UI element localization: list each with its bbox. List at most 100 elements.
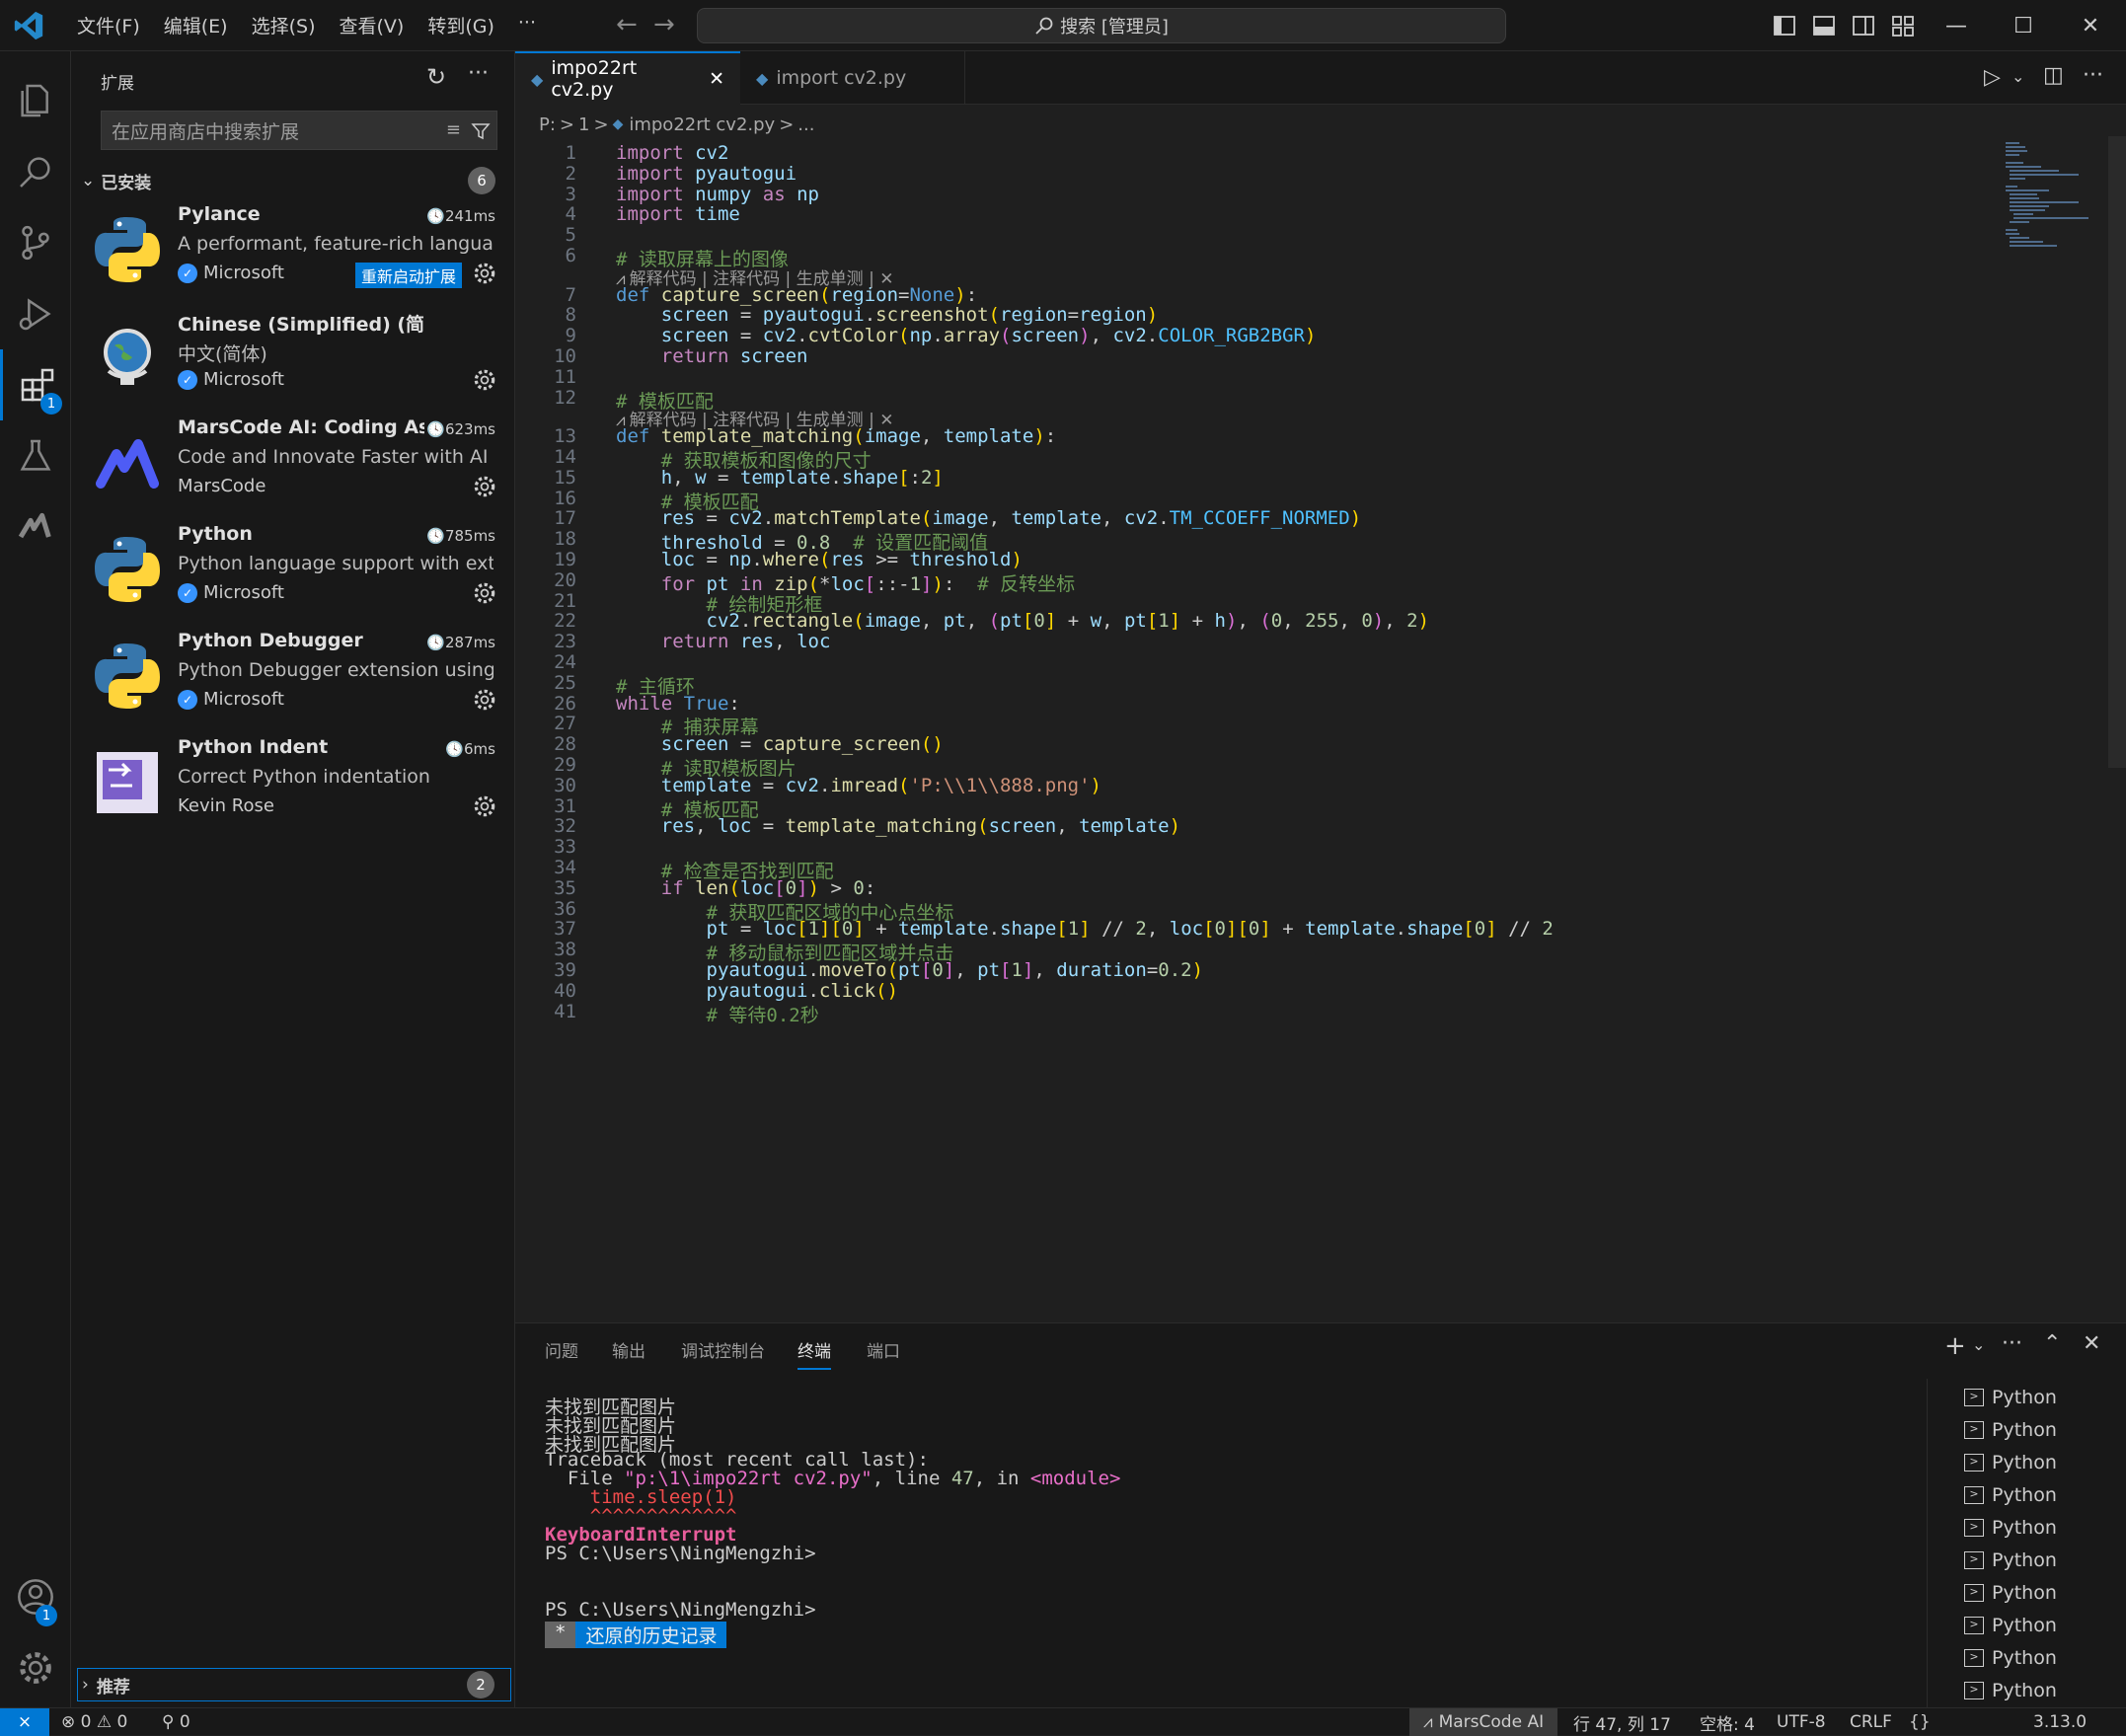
- tab-impo22rt-cv2[interactable]: ◆ impo22rt cv2.py ✕: [515, 51, 740, 105]
- menu-file[interactable]: 文件(F): [65, 12, 152, 38]
- problems-status[interactable]: ⊗ 0 ⚠ 0: [61, 1708, 127, 1736]
- extension-settings-gear-icon[interactable]: [472, 474, 497, 499]
- terminal-dropdown-icon[interactable]: ⌄: [1972, 1335, 1985, 1354]
- code-line[interactable]: return res, loc: [616, 631, 831, 652]
- command-center-search[interactable]: 搜索 [管理员]: [697, 8, 1506, 43]
- extension-settings-gear-icon[interactable]: [472, 261, 497, 286]
- remote-icon[interactable]: ⨯: [0, 1708, 49, 1736]
- extension-settings-gear-icon[interactable]: [472, 367, 497, 393]
- code-line[interactable]: h, w = template.shape[:2]: [616, 467, 944, 489]
- menu-go[interactable]: 转到(G): [416, 12, 506, 38]
- language-braces[interactable]: {}: [1909, 1708, 1931, 1736]
- close-tab-icon[interactable]: ✕: [709, 68, 724, 90]
- close-panel-icon[interactable]: ✕: [2083, 1331, 2100, 1356]
- code-line[interactable]: import time: [616, 203, 740, 225]
- code-line[interactable]: template = cv2.imread('P:\\1\\888.png'): [616, 775, 1101, 796]
- extension-item[interactable]: Python 🕓785ms Python language support with…: [71, 519, 515, 626]
- extensions-view-icon[interactable]: 1: [0, 349, 71, 420]
- toggle-sidebar-icon[interactable]: [1773, 14, 1796, 38]
- refresh-icon[interactable]: ↻: [426, 63, 446, 91]
- extension-item[interactable]: Python Indent 🕓6ms Correct Python indentat…: [71, 732, 515, 839]
- code-line[interactable]: import pyautogui: [616, 163, 797, 185]
- tab-ports[interactable]: 端口: [867, 1337, 900, 1362]
- source-control-icon[interactable]: [0, 207, 71, 278]
- code-line[interactable]: # 等待0.2秒: [616, 1001, 819, 1027]
- restart-extension-button[interactable]: 重新启动扩展: [354, 263, 462, 288]
- ports-status[interactable]: ⚲ 0: [162, 1708, 190, 1736]
- editor-scrollbar[interactable]: [2108, 136, 2126, 768]
- split-editor-icon[interactable]: ◫: [2043, 63, 2064, 88]
- extension-settings-gear-icon[interactable]: [472, 793, 497, 819]
- encoding[interactable]: UTF-8: [1777, 1708, 1826, 1736]
- clear-filter-icon[interactable]: ≡: [446, 119, 461, 140]
- run-debug-icon[interactable]: [0, 278, 71, 349]
- extension-settings-gear-icon[interactable]: [472, 687, 497, 713]
- code-line[interactable]: cv2.rectangle(image, pt, (pt[0] + w, pt[…: [616, 610, 1430, 632]
- testing-flask-icon[interactable]: [0, 420, 71, 491]
- customize-layout-icon[interactable]: [1891, 14, 1915, 38]
- installed-section-header[interactable]: ⌄ 已安装 6: [77, 164, 511, 197]
- maximize-window-icon[interactable]: ☐: [1998, 0, 2049, 51]
- code-line[interactable]: return screen: [616, 345, 808, 367]
- breadcrumb-drive[interactable]: P:: [539, 114, 556, 135]
- close-window-icon[interactable]: ✕: [2065, 0, 2116, 51]
- terminal-output[interactable]: 未找到匹配图片 未找到匹配图片 未找到匹配图片 Traceback (most rec…: [545, 1393, 1927, 1708]
- code-line[interactable]: def capture_screen(region=None):: [616, 284, 977, 306]
- extension-item[interactable]: Pylance 🕓241ms A performant, feature-rich …: [71, 199, 515, 306]
- forward-arrow-icon[interactable]: →: [653, 10, 675, 39]
- menu-more[interactable]: ···: [506, 12, 548, 38]
- indentation[interactable]: 空格: 4: [1700, 1708, 1755, 1736]
- code-line[interactable]: screen = pyautogui.screenshot(region=reg…: [616, 304, 1158, 326]
- code-line[interactable]: def template_matching(image, template):: [616, 425, 1056, 447]
- menu-view[interactable]: 查看(V): [328, 12, 417, 38]
- toggle-panel-icon[interactable]: [1812, 14, 1836, 38]
- menu-selection[interactable]: 选择(S): [240, 12, 328, 38]
- line-endings[interactable]: CRLF: [1850, 1708, 1892, 1736]
- extension-search-input[interactable]: 在应用商店中搜索扩展 ≡: [101, 111, 497, 150]
- terminal-instance[interactable]: > Python: [1964, 1674, 2122, 1706]
- terminal-instance[interactable]: > Python: [1964, 1609, 2122, 1641]
- code-line[interactable]: pyautogui.moveTo(pt[0], pt[1], duration=…: [616, 959, 1204, 981]
- maximize-panel-icon[interactable]: ⌃: [2043, 1331, 2061, 1356]
- panel-more-icon[interactable]: ···: [2002, 1331, 2022, 1356]
- filter-icon[interactable]: [471, 121, 491, 141]
- terminal-instance[interactable]: > Python: [1964, 1478, 2122, 1511]
- editor-more-icon[interactable]: ···: [2083, 63, 2103, 88]
- toggle-secondary-sidebar-icon[interactable]: [1852, 14, 1875, 38]
- breadcrumb-symbol[interactable]: ...: [797, 114, 814, 135]
- menu-edit[interactable]: 编辑(E): [152, 12, 240, 38]
- code-line[interactable]: loc = np.where(res >= threshold): [616, 549, 1023, 570]
- code-line[interactable]: screen = cv2.cvtColor(np.array(screen), …: [616, 325, 1317, 346]
- tab-problems[interactable]: 问题: [545, 1337, 578, 1362]
- extension-item[interactable]: Chinese (Simplified) (简体中文) L... 中文(简体) ✓ M…: [71, 306, 515, 413]
- terminal-instance[interactable]: > Python: [1964, 1544, 2122, 1576]
- terminal-instance[interactable]: > Python: [1964, 1413, 2122, 1446]
- tab-debug-console[interactable]: 调试控制台: [681, 1337, 765, 1362]
- tab-terminal[interactable]: 终端: [797, 1337, 831, 1370]
- extension-item[interactable]: MarsCode AI: Coding Ass...🕓623ms Code and…: [71, 413, 515, 519]
- code-line[interactable]: while True:: [616, 693, 740, 715]
- breadcrumb-file[interactable]: impo22rt cv2.py: [629, 114, 775, 135]
- cursor-position[interactable]: 行 47, 列 17: [1573, 1708, 1671, 1736]
- breadcrumb-folder[interactable]: 1: [578, 114, 589, 135]
- marscode-status[interactable]: ⩘ MarsCode AI: [1409, 1708, 1558, 1736]
- extension-item[interactable]: Python Debugger 🕓287ms Python Debugger ext…: [71, 626, 515, 732]
- code-line[interactable]: screen = capture_screen(): [616, 733, 944, 755]
- run-file-icon[interactable]: ▷: [1984, 65, 2001, 90]
- extension-settings-gear-icon[interactable]: [472, 580, 497, 606]
- terminal-instance[interactable]: > Python: [1964, 1641, 2122, 1674]
- code-line[interactable]: import cv2: [616, 142, 728, 164]
- terminal-instance[interactable]: > Python: [1964, 1576, 2122, 1609]
- code-line[interactable]: if len(loc[0]) > 0:: [616, 877, 876, 899]
- back-arrow-icon[interactable]: ←: [616, 10, 638, 39]
- more-actions-icon[interactable]: ···: [468, 61, 489, 86]
- tab-import-cv2[interactable]: ◆ import cv2.py: [740, 51, 965, 105]
- accounts-icon[interactable]: 1: [0, 1561, 71, 1632]
- minimap[interactable]: [1998, 136, 2126, 1024]
- marscode-sidebar-icon[interactable]: [0, 491, 71, 563]
- terminal-instance[interactable]: > Python: [1964, 1446, 2122, 1478]
- recommended-section-header[interactable]: › 推荐 2: [77, 1668, 511, 1701]
- code-line[interactable]: import numpy as np: [616, 184, 819, 205]
- terminal-instance[interactable]: > Python: [1964, 1511, 2122, 1544]
- python-version[interactable]: 3.13.0: [2033, 1708, 2087, 1736]
